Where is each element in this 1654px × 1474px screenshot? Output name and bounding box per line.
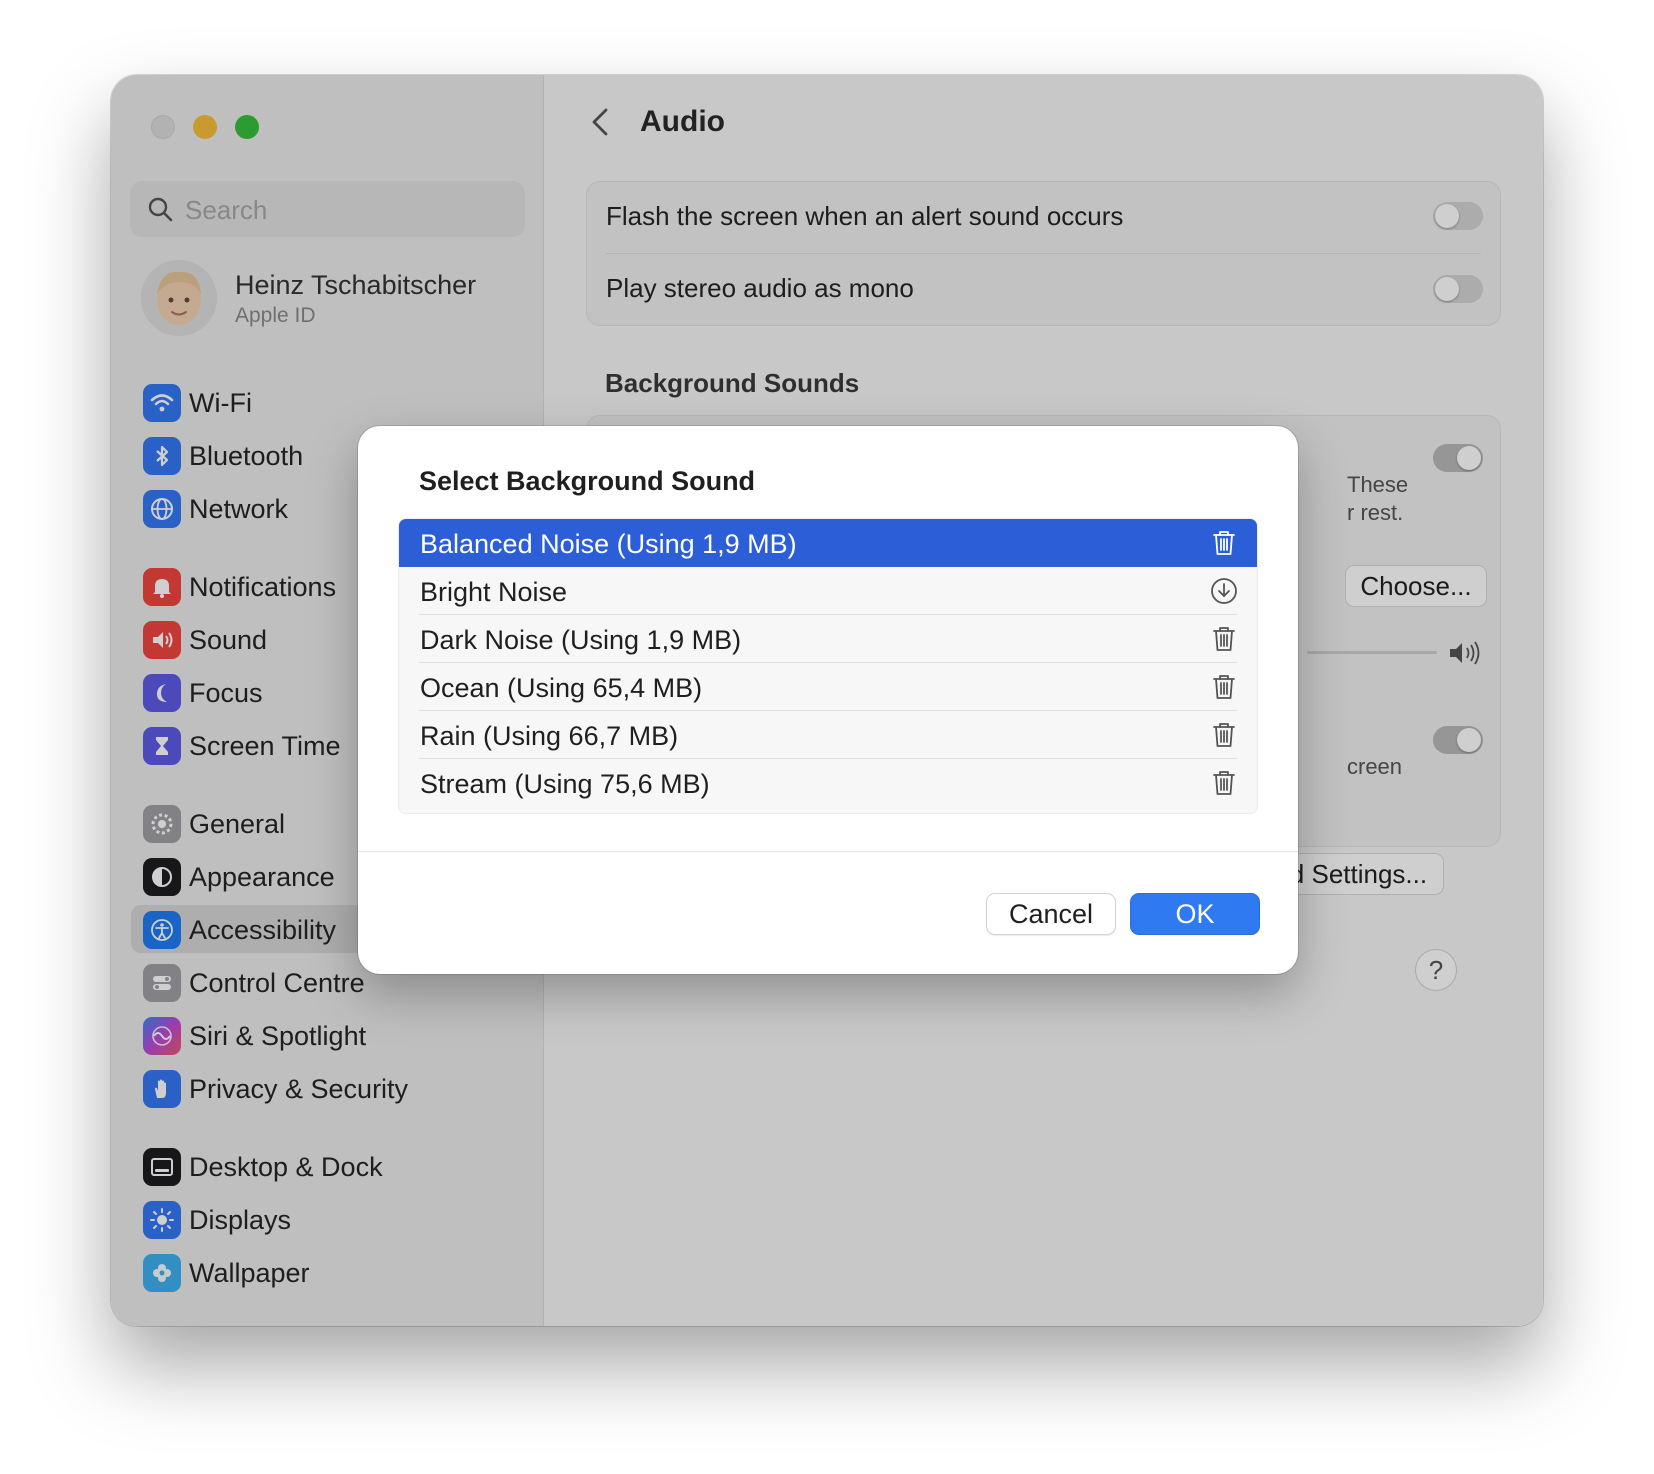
ok-button[interactable]: OK [1130, 893, 1260, 935]
sound-list: Balanced Noise (Using 1,9 MB) Bright Noi… [398, 518, 1258, 814]
select-background-sound-dialog: Select Background Sound Balanced Noise (… [358, 426, 1298, 974]
list-item[interactable]: Stream (Using 75,6 MB) [399, 759, 1257, 807]
trash-icon[interactable] [1209, 720, 1239, 750]
list-item[interactable]: Balanced Noise (Using 1,9 MB) [399, 519, 1257, 567]
sound-label: Stream (Using 75,6 MB) [420, 769, 710, 799]
sound-label: Rain (Using 66,7 MB) [420, 721, 679, 751]
sound-label: Bright Noise [420, 577, 568, 607]
list-item[interactable]: Bright Noise [399, 567, 1257, 615]
cancel-button[interactable]: Cancel [986, 893, 1116, 935]
sound-label: Balanced Noise (Using 1,9 MB) [420, 529, 797, 559]
dialog-separator [358, 851, 1298, 852]
trash-icon[interactable] [1209, 528, 1239, 558]
sound-label: Ocean (Using 65,4 MB) [420, 673, 703, 703]
sound-label: Dark Noise (Using 1,9 MB) [420, 625, 742, 655]
trash-icon[interactable] [1209, 672, 1239, 702]
trash-icon[interactable] [1209, 768, 1239, 798]
list-item[interactable]: Rain (Using 66,7 MB) [399, 711, 1257, 759]
download-icon[interactable] [1209, 576, 1239, 606]
list-item[interactable]: Dark Noise (Using 1,9 MB) [399, 615, 1257, 663]
dialog-title: Select Background Sound [419, 466, 756, 496]
list-item[interactable]: Ocean (Using 65,4 MB) [399, 663, 1257, 711]
trash-icon[interactable] [1209, 624, 1239, 654]
